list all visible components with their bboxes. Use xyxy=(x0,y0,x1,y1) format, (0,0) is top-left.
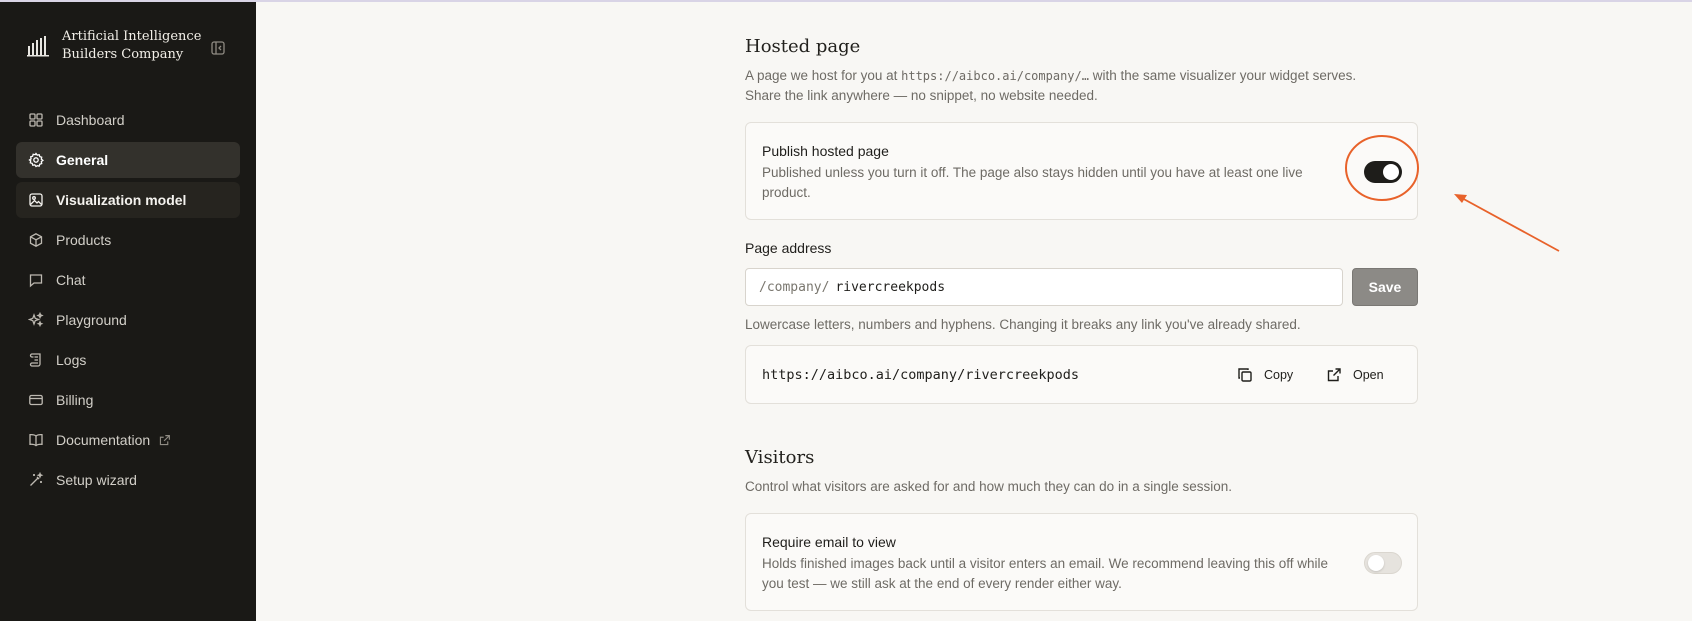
copy-link-button[interactable]: Copy xyxy=(1236,366,1293,384)
hosted-page-title: Hosted page xyxy=(745,36,861,57)
sidebar-item-label: Playground xyxy=(56,312,127,328)
sidebar-item-general[interactable]: General xyxy=(16,142,240,178)
publish-hosted-page-card: Publish hosted page Published unless you… xyxy=(745,122,1418,220)
page-address-label: Page address xyxy=(745,240,832,256)
external-link-icon xyxy=(1325,366,1343,384)
grid-icon xyxy=(28,112,44,128)
visitors-title: Visitors xyxy=(745,447,815,468)
open-link-button[interactable]: Open xyxy=(1325,366,1384,384)
credit-card-icon xyxy=(28,392,44,408)
annotation-arrow-line xyxy=(1459,196,1560,252)
page-address-input-box[interactable]: /company/ xyxy=(745,268,1343,306)
sidebar-item-label: Logs xyxy=(56,352,87,368)
page-address-prefix: /company/ xyxy=(759,279,830,295)
sidebar-item-logs[interactable]: Logs xyxy=(16,342,240,378)
sidebar-item-label: Products xyxy=(56,232,112,248)
sidebar-item-billing[interactable]: Billing xyxy=(16,382,240,418)
sidebar-item-label: Visualization model xyxy=(56,192,187,208)
toggle-knob xyxy=(1368,555,1384,571)
external-link-icon xyxy=(158,434,171,447)
hosted-page-desc-prefix: A page we host for you at xyxy=(745,68,898,83)
page-address-input[interactable] xyxy=(835,272,1256,302)
sidebar-item-products[interactable]: Products xyxy=(16,222,240,258)
sidebar-item-setup-wizard[interactable]: Setup wizard xyxy=(16,462,240,498)
gear-icon xyxy=(28,152,44,168)
sidebar-item-visualization-model[interactable]: Visualization model xyxy=(16,182,240,218)
sidebar-item-label: General xyxy=(56,152,109,168)
image-icon xyxy=(28,192,44,208)
copy-icon xyxy=(1236,366,1254,384)
sidebar: Artificial Intelligence Builders Company… xyxy=(0,2,256,621)
require-email-description: Holds finished images back until a visit… xyxy=(762,556,1329,591)
collapse-sidebar-button[interactable] xyxy=(208,38,228,58)
scroll-icon xyxy=(28,352,44,368)
require-email-card: Require email to view Holds finished ima… xyxy=(745,513,1418,611)
hosted-page-desc-line2: Share the link anywhere — no snippet, no… xyxy=(745,88,1098,103)
require-email-toggle[interactable] xyxy=(1364,552,1402,574)
annotation-arrowhead xyxy=(1454,194,1467,203)
sidebar-item-chat[interactable]: Chat xyxy=(16,262,240,298)
sidebar-collapse-icon xyxy=(211,41,225,55)
book-icon xyxy=(28,432,44,448)
save-button[interactable]: Save xyxy=(1352,268,1418,306)
hosted-page-url: https://aibco.ai/company/rivercreekpods xyxy=(762,367,1079,383)
copy-label: Copy xyxy=(1264,368,1294,382)
toggle-knob xyxy=(1383,164,1399,180)
open-label: Open xyxy=(1353,368,1384,382)
publish-hosted-page-description: Published unless you turn it off. The pa… xyxy=(762,165,1303,200)
publish-hosted-page-title: Publish hosted page xyxy=(762,143,889,159)
sidebar-item-label: Billing xyxy=(56,392,94,408)
page-address-hint: Lowercase letters, numbers and hyphens. … xyxy=(745,317,1301,332)
sparkles-icon xyxy=(28,312,44,328)
sidebar-nav: Dashboard General Visualization model Pr… xyxy=(16,102,240,502)
magic-wand-icon xyxy=(28,472,44,488)
brand[interactable]: Artificial Intelligence Builders Company xyxy=(26,26,236,66)
sidebar-item-playground[interactable]: Playground xyxy=(16,302,240,338)
brand-name: Artificial Intelligence Builders Company xyxy=(62,29,202,62)
require-email-title: Require email to view xyxy=(762,534,896,550)
sidebar-item-label: Documentation xyxy=(56,432,151,448)
brand-logo-icon xyxy=(27,36,49,57)
sidebar-item-label: Chat xyxy=(56,272,86,288)
hosted-page-desc-suffix: with the same visualizer your widget ser… xyxy=(1092,68,1357,83)
main-content: Hosted page A page we host for you at ht… xyxy=(256,2,1692,621)
hosted-page-description: A page we host for you at https://aibco.… xyxy=(745,66,1418,106)
cube-icon xyxy=(28,232,44,248)
hosted-link-card: https://aibco.ai/company/rivercreekpods … xyxy=(745,345,1418,404)
chat-bubble-icon xyxy=(28,272,44,288)
sidebar-item-dashboard[interactable]: Dashboard xyxy=(16,102,240,138)
hosted-page-desc-url: https://aibco.ai/company/… xyxy=(901,69,1089,83)
sidebar-item-documentation[interactable]: Documentation xyxy=(16,422,240,458)
visitors-description: Control what visitors are asked for and … xyxy=(745,479,1233,494)
sidebar-item-label: Dashboard xyxy=(56,112,125,128)
publish-hosted-page-toggle[interactable] xyxy=(1364,161,1402,183)
sidebar-item-label: Setup wizard xyxy=(56,472,137,488)
